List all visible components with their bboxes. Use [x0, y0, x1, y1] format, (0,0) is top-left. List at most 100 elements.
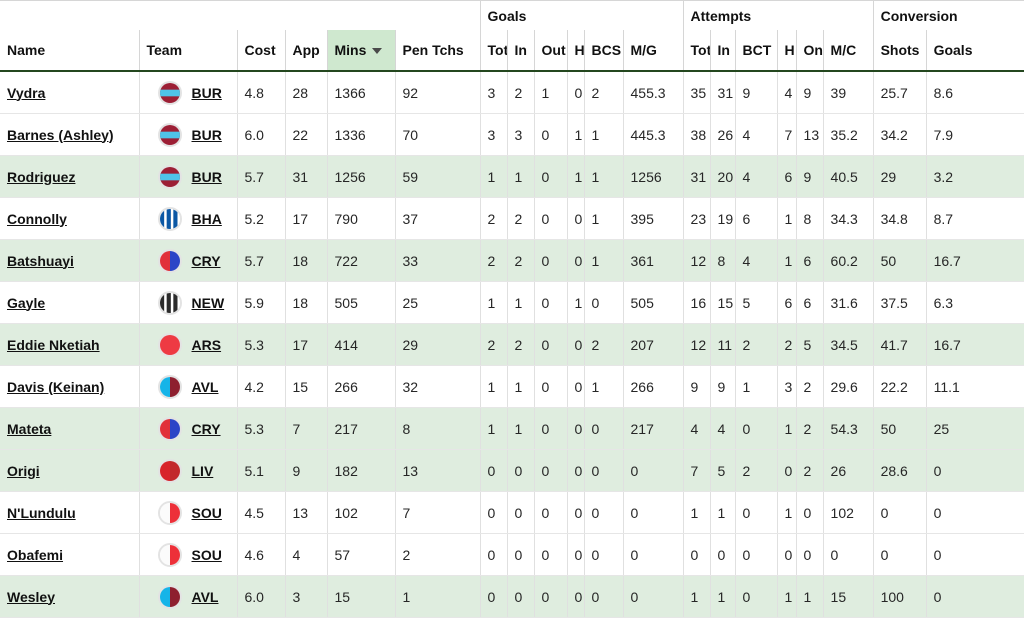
team-code-link[interactable]: LIV	[192, 463, 214, 479]
player-name-link[interactable]: Mateta	[7, 421, 51, 437]
column-header-abct[interactable]: BCT	[734, 30, 778, 72]
cell-gtot: 1	[479, 281, 507, 324]
cell-ah: 1	[776, 575, 797, 618]
cell-cgoals: 0	[925, 449, 1024, 492]
player-name-cell: Batshuayi	[0, 239, 139, 282]
cell-gmg: 1256	[622, 155, 684, 198]
player-name-link[interactable]: Obafemi	[7, 547, 63, 563]
team-code-link[interactable]: CRY	[192, 253, 221, 269]
cell-gh: 0	[566, 407, 584, 450]
cell-gmg: 395	[622, 197, 684, 240]
cell-cshots: 37.5	[872, 281, 927, 324]
team-code-link[interactable]: BUR	[192, 127, 222, 143]
column-header-gin[interactable]: In	[506, 30, 534, 72]
team-code-link[interactable]: BHA	[192, 211, 222, 227]
player-name-link[interactable]: N'Lundulu	[7, 505, 76, 521]
team-code-link[interactable]: CRY	[192, 421, 221, 437]
column-header-app[interactable]: App	[284, 30, 327, 72]
cell-cshots: 0	[872, 491, 927, 534]
team-code-link[interactable]: ARS	[192, 337, 222, 353]
cell-cshots: 0	[872, 533, 927, 576]
cell-gtot: 3	[479, 71, 507, 114]
team-wrapper: BHA	[147, 206, 237, 231]
cell-abct: 5	[734, 281, 778, 324]
column-header-gtot[interactable]: Tot	[479, 30, 507, 72]
table-row: Connolly BHA 5.2 17 790 37 2 2 0 0 1 395 23 19 6 1 8 34.3…	[0, 197, 1024, 240]
cell-amc: 39	[822, 71, 874, 114]
cell-gtot: 0	[479, 533, 507, 576]
cell-abct: 2	[734, 449, 778, 492]
column-header-team[interactable]: Team	[138, 30, 237, 72]
column-header-gout[interactable]: Out	[533, 30, 567, 72]
cell-ain: 9	[709, 365, 736, 408]
cell-amc: 26	[822, 449, 874, 492]
team-code-link[interactable]: SOU	[192, 505, 222, 521]
cell-gin: 2	[506, 71, 534, 114]
cell-gin: 2	[506, 197, 534, 240]
team-code-link[interactable]: SOU	[192, 547, 222, 563]
cell-mins: 15	[326, 575, 395, 618]
team-code-link[interactable]: AVL	[192, 379, 219, 395]
player-name-link[interactable]: Eddie Nketiah	[7, 337, 100, 353]
player-name-link[interactable]: Origi	[7, 463, 40, 479]
cell-ain: 15	[709, 281, 736, 324]
column-header-pen[interactable]: Pen Tchs	[394, 30, 480, 72]
cell-app: 31	[284, 155, 327, 198]
cell-cost: 5.1	[236, 449, 285, 492]
cell-gtot: 2	[479, 239, 507, 282]
column-header-gbcs[interactable]: BCS	[583, 30, 623, 72]
team-code-link[interactable]: AVL	[192, 589, 219, 605]
cell-ah: 3	[776, 365, 797, 408]
cell-cshots: 22.2	[872, 365, 927, 408]
player-name-link[interactable]: Wesley	[7, 589, 55, 605]
player-name-cell: Gayle	[0, 281, 139, 324]
cell-gbcs: 0	[583, 407, 623, 450]
cell-gout: 0	[533, 407, 567, 450]
column-header-ah[interactable]: H	[776, 30, 797, 72]
cell-amc: 40.5	[822, 155, 874, 198]
cell-gout: 0	[533, 365, 567, 408]
column-header-gmg[interactable]: M/G	[622, 30, 684, 72]
team-code-link[interactable]: BUR	[192, 85, 222, 101]
team-cell: ARS	[138, 323, 237, 366]
team-code-link[interactable]: NEW	[192, 295, 225, 311]
cell-mins: 1256	[326, 155, 395, 198]
column-header-aon[interactable]: On	[795, 30, 824, 72]
table-body: Vydra BUR 4.8 28 1366 92 3 2 1 0 2 455.3 35 31 9 4 9 39 25…	[0, 71, 1024, 618]
player-name-link[interactable]: Connolly	[7, 211, 67, 227]
cell-gmg: 266	[622, 365, 684, 408]
column-header-mins[interactable]: Mins	[326, 30, 395, 72]
column-header-amc[interactable]: M/C	[822, 30, 874, 72]
column-header-cshots[interactable]: Shots	[872, 30, 927, 72]
cell-app: 13	[284, 491, 327, 534]
column-header-label: Shots	[880, 42, 920, 58]
player-name-link[interactable]: Vydra	[7, 85, 45, 101]
column-header-name[interactable]: Name	[0, 30, 139, 72]
player-name-link[interactable]: Davis (Keinan)	[7, 379, 104, 395]
group-header-row: Goals Attempts Conversion	[0, 0, 1024, 30]
cell-ain: 1	[709, 575, 736, 618]
column-header-gh[interactable]: H	[566, 30, 585, 72]
column-header-label: H	[574, 42, 585, 58]
player-name-link[interactable]: Rodriguez	[7, 169, 75, 185]
cell-gmg: 0	[622, 491, 684, 534]
player-name-link[interactable]: Batshuayi	[7, 253, 74, 269]
column-header-atot[interactable]: Tot	[682, 30, 711, 72]
cell-pen: 29	[394, 323, 480, 366]
cell-gh: 1	[566, 113, 584, 156]
table-row: Rodriguez BUR 5.7 31 1256 59 1 1 0 1 1 1256 31 20 4 6 9 4…	[0, 155, 1024, 198]
player-name-link[interactable]: Barnes (Ashley)	[7, 127, 114, 143]
caret-down-icon[interactable]	[372, 48, 383, 55]
team-code-link[interactable]: BUR	[192, 169, 222, 185]
cell-cost: 4.2	[236, 365, 285, 408]
new-badge	[157, 290, 182, 315]
column-header-cgoals[interactable]: Goals	[925, 30, 1024, 72]
cell-abct: 0	[734, 533, 778, 576]
cell-ah: 0	[776, 449, 797, 492]
player-name-cell: Rodriguez	[0, 155, 139, 198]
cell-amc: 29.6	[822, 365, 874, 408]
column-header-cost[interactable]: Cost	[236, 30, 285, 72]
cell-atot: 16	[682, 281, 711, 324]
column-header-ain[interactable]: In	[709, 30, 736, 72]
player-name-link[interactable]: Gayle	[7, 295, 45, 311]
